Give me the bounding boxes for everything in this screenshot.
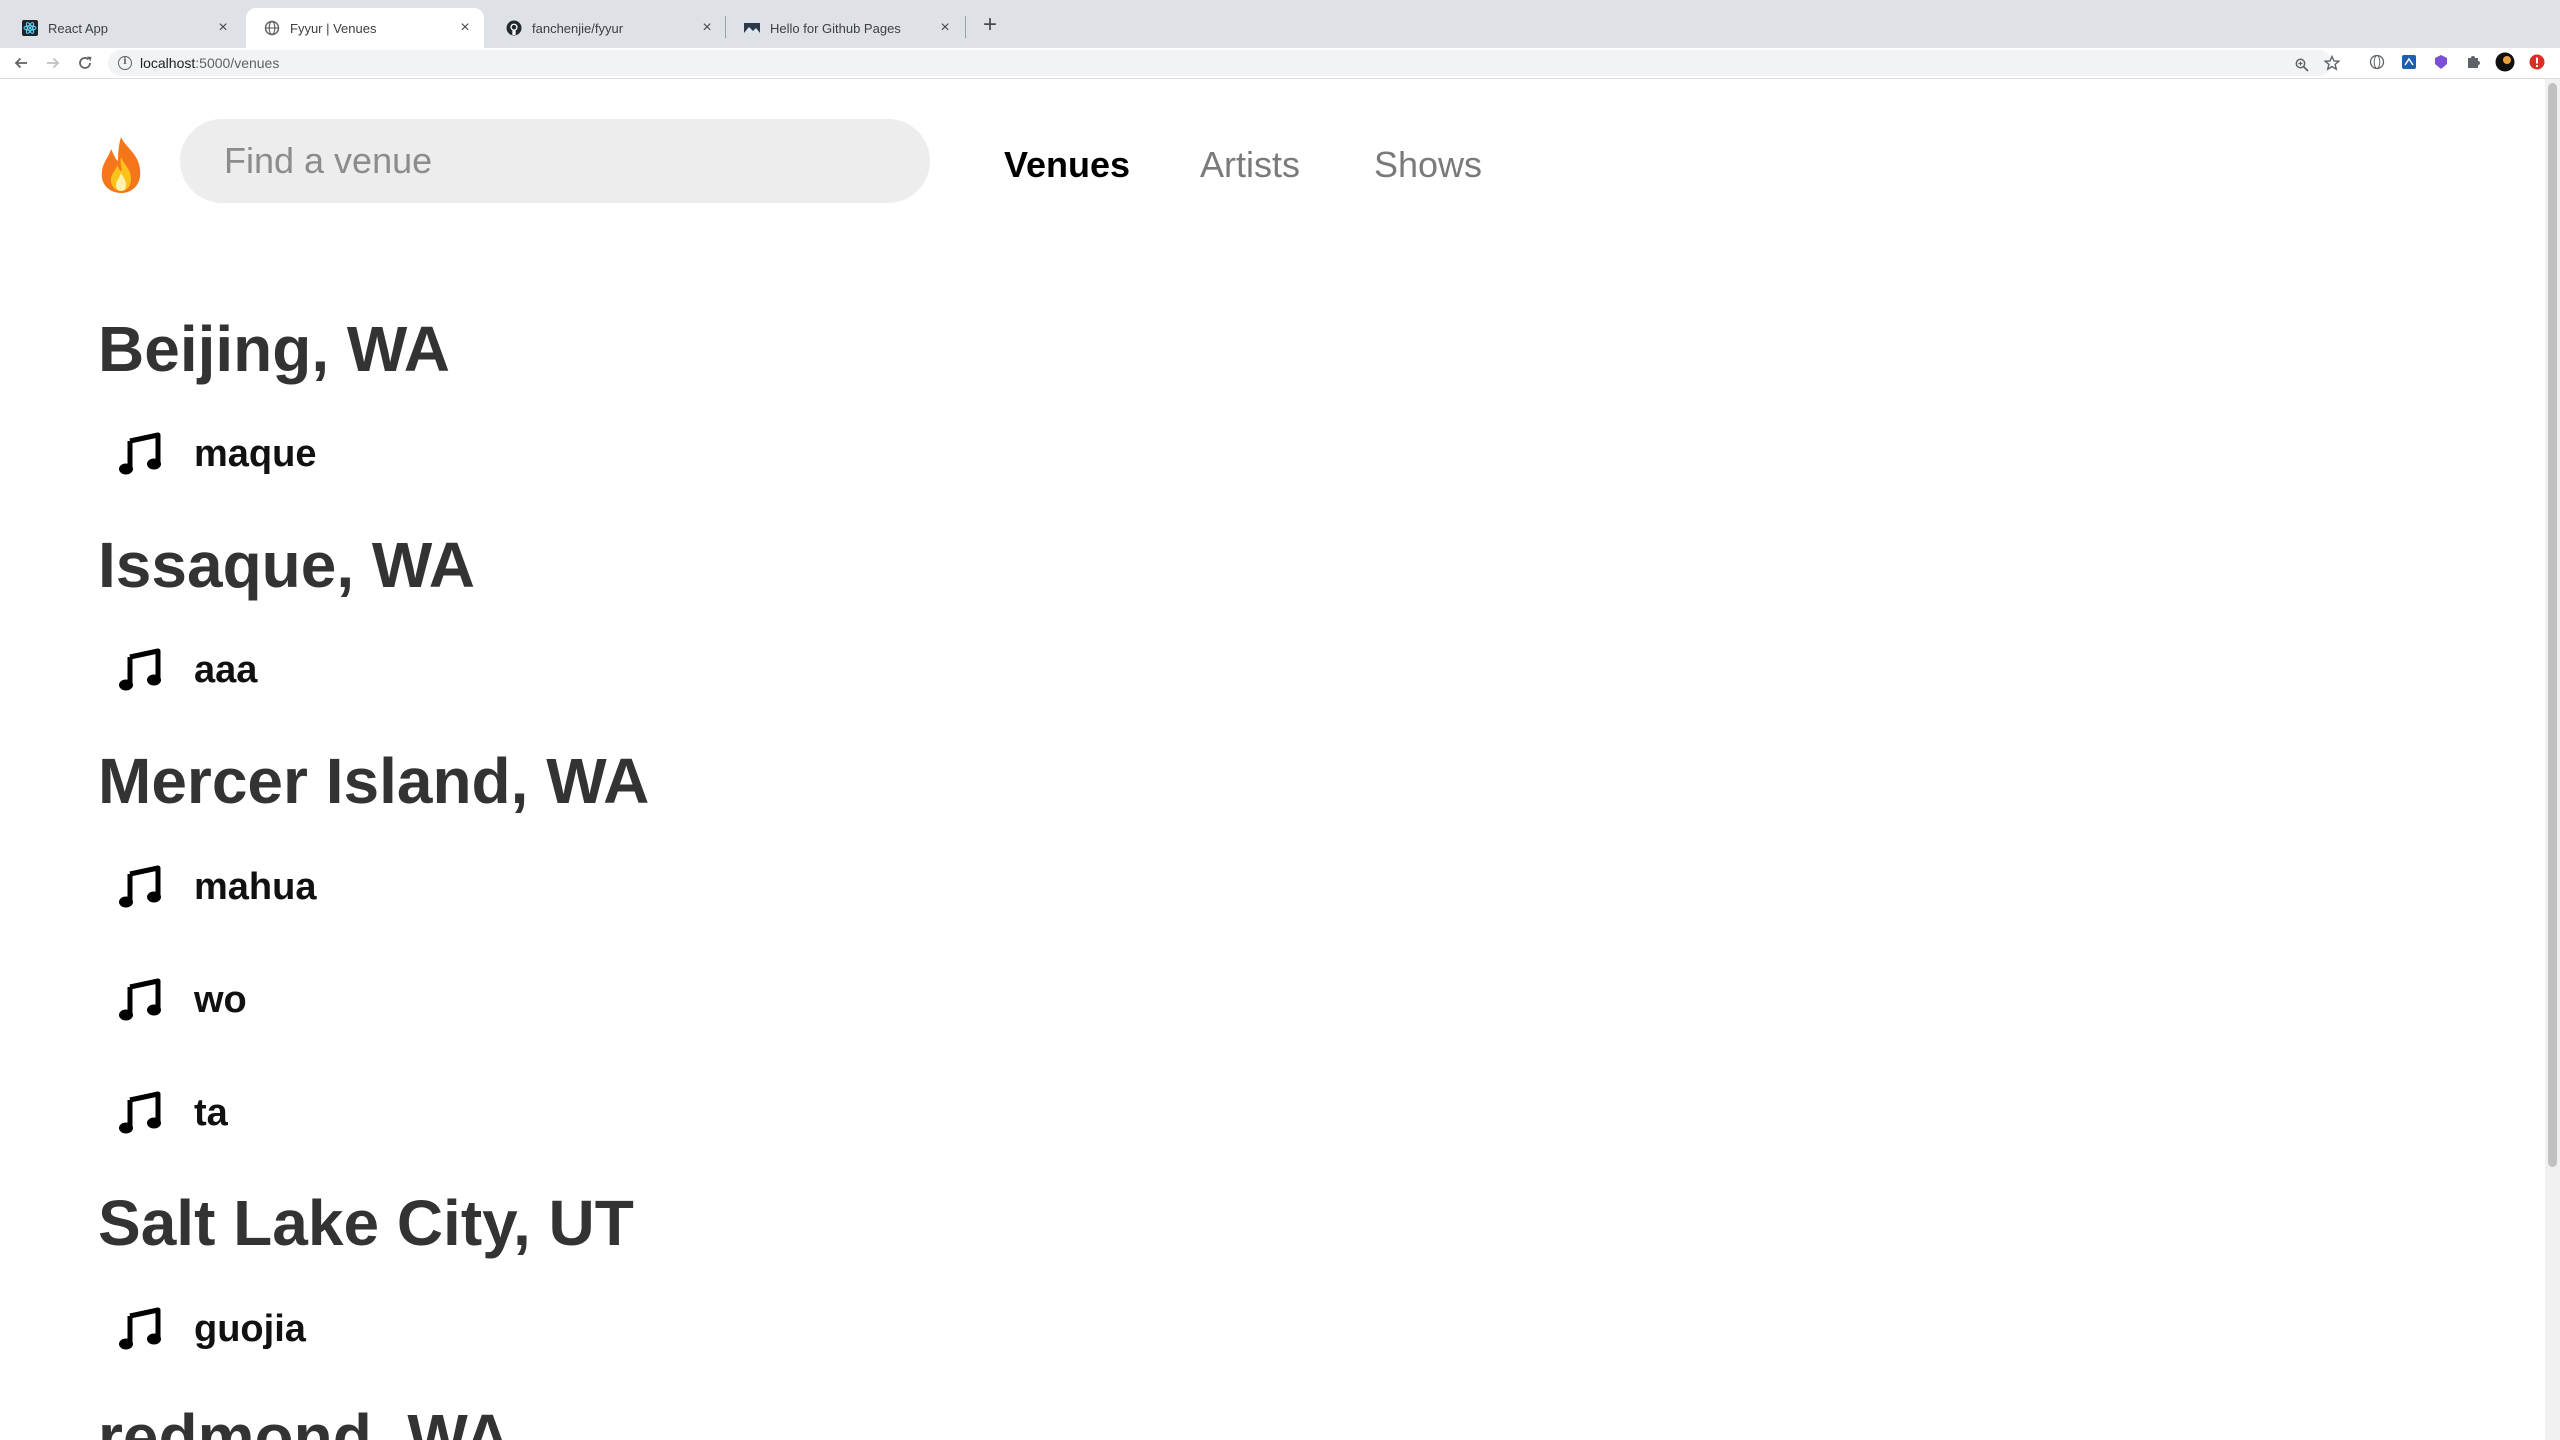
music-note-icon [119,648,161,691]
venue-item[interactable]: wo [118,975,247,1025]
url-path: :5000/venues [195,55,280,71]
forward-arrow-icon [47,57,60,69]
venue-search-input[interactable] [180,119,930,203]
tab-github-fyyur[interactable]: fanchenjie/fyyur × [488,8,726,48]
page-viewport: Venues Artists Shows Beijing, WA maque I… [0,79,2545,1440]
tab-close-icon[interactable]: × [936,19,954,37]
forward-button[interactable] [40,51,66,75]
venue-name[interactable]: guojia [194,1306,306,1352]
back-arrow-icon [14,57,27,69]
tab-close-icon[interactable]: × [214,19,232,37]
music-note-icon [119,978,161,1021]
city-heading: Beijing, WA [98,313,450,385]
venue-name[interactable]: mahua [194,864,316,910]
tab-react-app[interactable]: React App × [4,8,242,48]
nav-venues[interactable]: Venues [1004,145,1130,185]
venue-item[interactable]: mahua [118,862,316,912]
update-alert-icon[interactable] [2526,51,2548,73]
extension-purple-icon[interactable] [2430,51,2452,73]
tab-close-icon[interactable]: × [698,19,716,37]
city-heading: Salt Lake City, UT [98,1187,634,1259]
tab-separator [965,16,966,38]
extensions-puzzle-icon[interactable] [2462,51,2484,73]
venue-item[interactable]: ta [118,1088,228,1138]
venue-name[interactable]: wo [194,977,247,1023]
venue-name[interactable]: aaa [194,647,257,693]
extension-blue-icon[interactable] [2398,51,2420,73]
venue-item[interactable]: aaa [118,645,257,695]
globe-favicon-icon [264,20,280,36]
react-favicon-icon [22,20,38,36]
music-note-icon [119,865,161,908]
profile-avatar-icon[interactable] [2494,51,2516,73]
new-tab-button[interactable]: + [976,12,1004,40]
tab-separator [725,16,726,38]
nav-shows[interactable]: Shows [1374,145,1482,185]
extension-globe-icon[interactable] [2366,51,2388,73]
tab-fyyur-venues[interactable]: Fyyur | Venues × [246,8,484,48]
city-heading: Issaque, WA [98,529,475,601]
reload-icon [79,56,92,69]
city-heading: Mercer Island, WA [98,745,650,817]
tab-title: Hello for Github Pages [770,20,901,36]
tab-title: fanchenjie/fyyur [532,20,624,36]
reload-button[interactable] [72,51,98,75]
scrollbar-thumb[interactable] [2548,83,2557,1167]
url-host: localhost [140,55,196,71]
browser-toolbar: i localhost:5000/venues [0,48,2560,79]
venue-name[interactable]: ta [194,1090,228,1136]
fire-logo-icon[interactable] [98,135,144,195]
browser-tabstrip: React App × Fyyur | Venues × fanchenjie/… [0,0,2560,48]
nav-artists[interactable]: Artists [1200,145,1300,185]
music-note-icon [119,432,161,475]
music-note-icon [119,1091,161,1134]
tab-hello-github-pages[interactable]: Hello for Github Pages × [726,8,964,48]
bookmark-star-icon[interactable] [2322,53,2342,73]
venue-name[interactable]: maque [194,431,316,477]
address-bar[interactable]: i localhost:5000/venues [108,50,2340,76]
landscape-favicon-icon [744,20,760,36]
back-button[interactable] [8,51,34,75]
tab-close-icon[interactable]: × [456,19,474,37]
venue-item[interactable]: maque [118,429,316,479]
music-note-icon [119,1307,161,1350]
url-text: localhost:5000/venues [140,55,279,71]
venue-item[interactable]: guojia [118,1304,306,1354]
tab-title: Fyyur | Venues [290,20,377,36]
city-heading: redmond, WA [98,1401,511,1440]
site-info-icon[interactable]: i [118,56,132,70]
tab-title: React App [48,20,108,36]
github-favicon-icon [506,20,522,36]
zoom-icon[interactable] [2292,55,2312,75]
page-scrollbar[interactable] [2545,79,2560,1440]
